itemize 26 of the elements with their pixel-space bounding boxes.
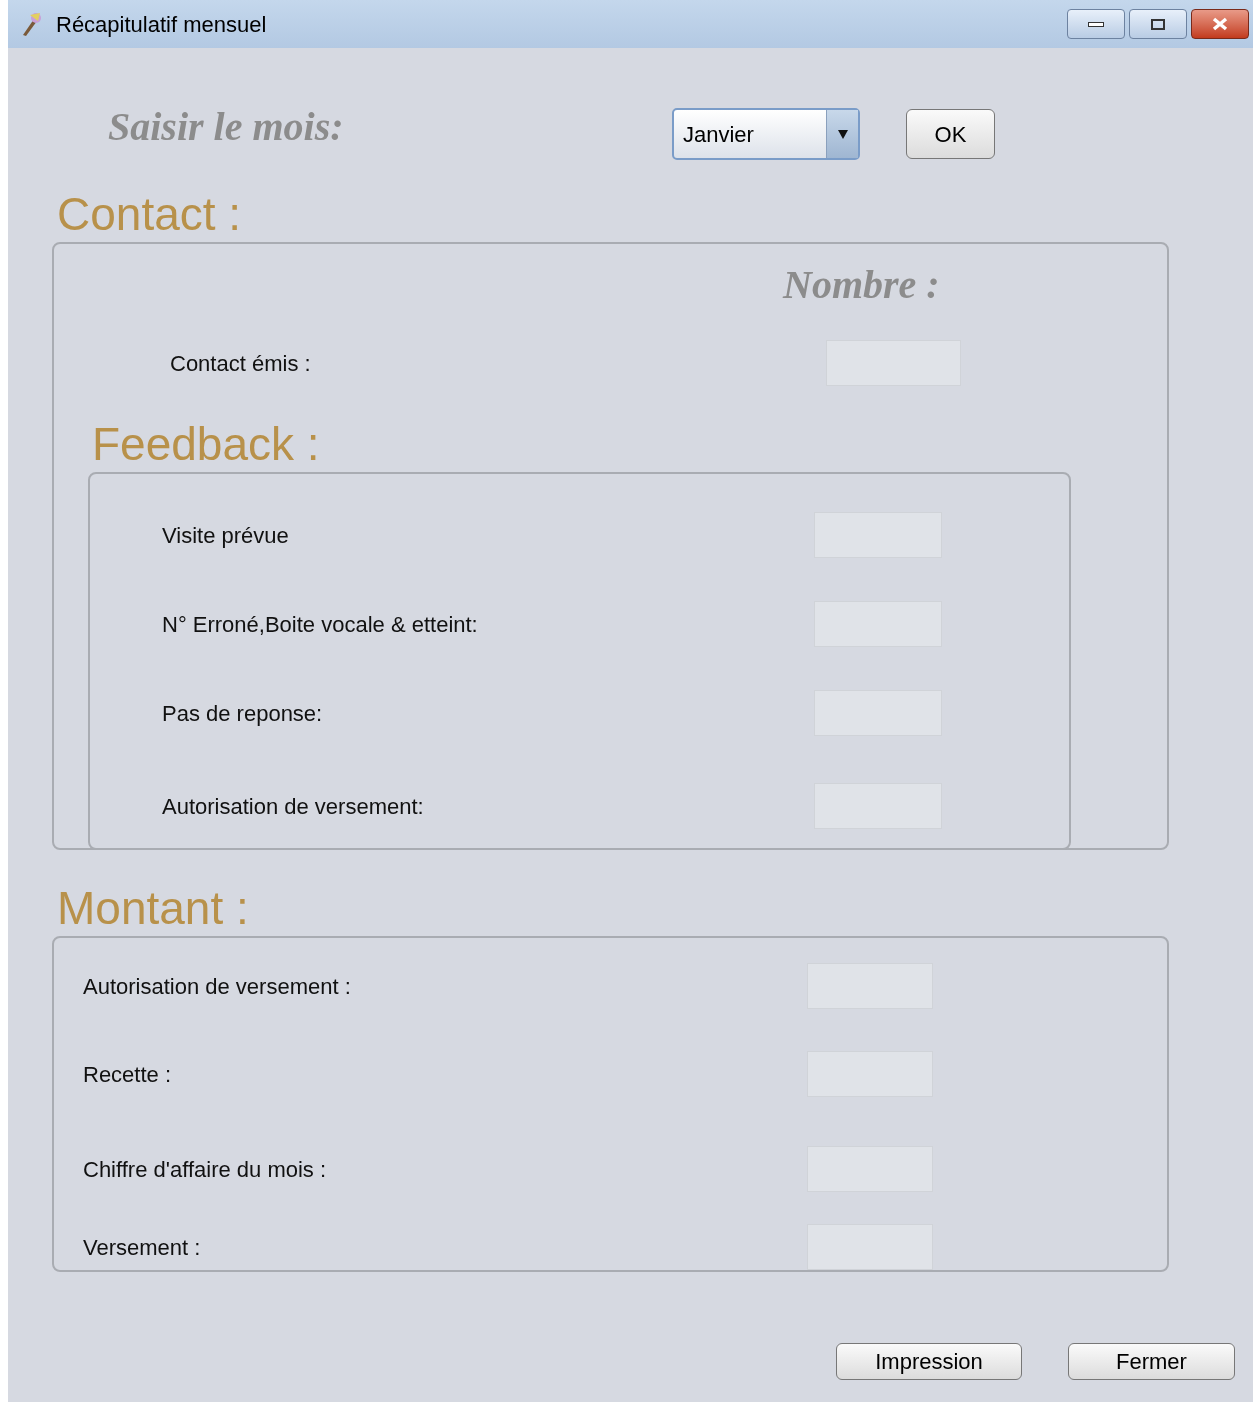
ok-button[interactable]: OK — [906, 109, 995, 159]
field-label: Chiffre d'affaire du mois : — [83, 1155, 327, 1184]
window-title: Récapitulatif mensuel — [56, 10, 267, 39]
action-button[interactable]: Fermer — [1068, 1343, 1235, 1380]
field-label: Pas de reponse: — [162, 699, 323, 728]
month-dropdown[interactable]: Janvier — [672, 108, 860, 160]
section-title: Montant : — [57, 881, 249, 936]
app-icon — [20, 11, 44, 37]
close-button[interactable] — [1191, 9, 1249, 39]
field-label: Recette : — [83, 1060, 172, 1089]
action-button[interactable]: Impression — [836, 1343, 1022, 1380]
column-header: Nombre : — [783, 261, 940, 309]
field-label: N° Erroné,Boite vocale & etteint: — [162, 610, 478, 639]
field-label: Versement : — [83, 1233, 201, 1262]
month-label: Saisir le mois: — [108, 103, 345, 151]
section-title: Feedback : — [92, 417, 320, 472]
input-field[interactable] — [807, 1224, 933, 1270]
close-icon — [1211, 17, 1229, 31]
minimize-button[interactable] — [1067, 9, 1125, 39]
section-title: Contact : — [57, 187, 242, 242]
field-label: Autorisation de versement : — [83, 972, 351, 1001]
field-label: Contact émis : — [170, 349, 311, 378]
field-label: Autorisation de versement: — [162, 792, 424, 821]
field-label: Visite prévue — [162, 521, 289, 550]
dropdown-arrow-icon — [836, 128, 849, 140]
maximize-button[interactable] — [1129, 9, 1187, 39]
